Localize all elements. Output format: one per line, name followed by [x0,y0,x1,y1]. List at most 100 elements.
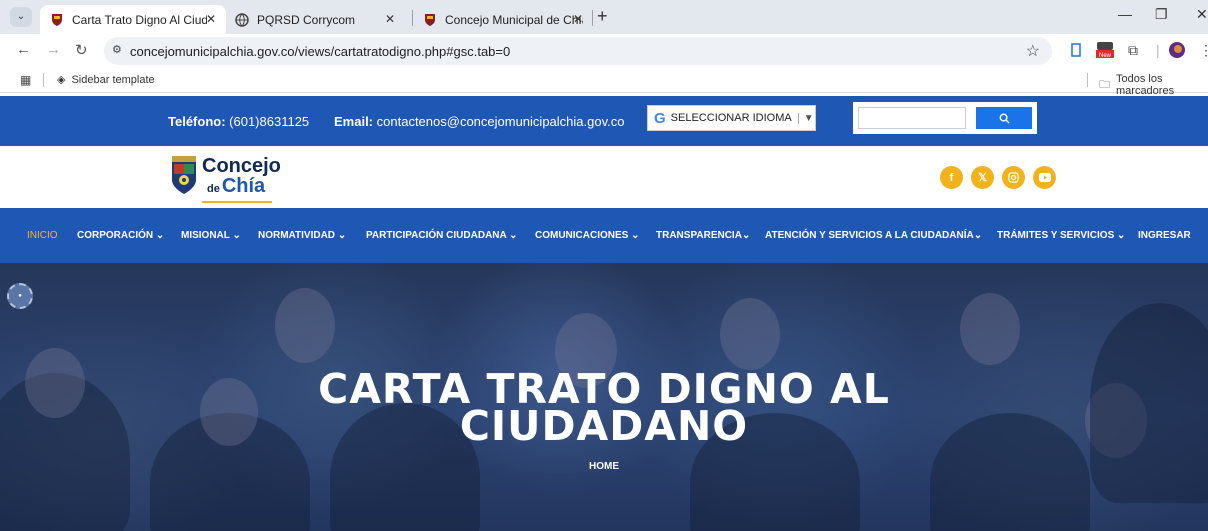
email-value: contactenos@concejomunicipalchia.gov.co [376,114,625,129]
language-select-label: SELECCIONAR IDIOMA [670,112,792,124]
phone-contact: Teléfono: (601)8631125 [168,114,309,129]
nav-participacion-ciudadana[interactable]: PARTICIPACIÓN CIUDADANA ⌄ [366,230,518,241]
site-settings-icon[interactable]: ⚙ [112,43,122,56]
reload-icon[interactable]: ↻ [75,41,88,59]
chevron-down-icon: ⌄ [973,230,983,241]
toolbar-divider: | [1156,42,1160,58]
search-icon [999,113,1010,124]
nav-label: PARTICIPACIÓN CIUDADANA [366,230,507,241]
nav-label: COMUNICACIONES [535,230,629,241]
nav-comunicaciones[interactable]: COMUNICACIONES ⌄ [535,230,640,241]
extensions-puzzle-icon[interactable]: ⧉ [1128,40,1138,60]
breadcrumb-home[interactable]: HOME [0,461,1208,472]
browser-tab-strip: ⌄ Carta Trato Digno Al Ciudadano ✕ PQRSD… [0,0,1208,34]
logo-de: de [207,183,220,195]
tab-concejo-municipal[interactable]: Concejo Municipal de Chía ✕ [413,5,593,34]
bookmark-star-icon[interactable]: ☆ [1026,41,1040,61]
bookmark-label: Sidebar template [71,73,155,86]
close-tab-icon[interactable]: ✕ [573,12,583,26]
hero-banner: CARTA TRATO DIGNO AL CIUDADANO HOME [0,263,1208,531]
nav-atencion-servicios[interactable]: ATENCIÓN Y SERVICIOS A LA CIUDADANÍA⌄ [765,230,982,241]
bookmark-label: Todos los marcadores [1116,73,1175,97]
nav-normatividad[interactable]: NORMATIVIDAD ⌄ [258,230,346,241]
chevron-down-icon: ⌄ [232,230,241,241]
hero-photo-person [275,288,335,363]
new-badge-extension-icon[interactable]: New [1095,40,1115,60]
globe-icon [235,12,249,27]
new-tab-icon[interactable]: + [597,7,608,25]
profile-avatar-icon[interactable] [1169,40,1185,60]
tab-carta-trato-digno[interactable]: Carta Trato Digno Al Ciudadano ✕ [40,5,226,34]
site-search [853,102,1037,134]
apps-grid-icon[interactable]: ▦ [20,73,31,87]
instagram-icon[interactable] [1002,166,1025,189]
nav-corporacion[interactable]: CORPORACIÓN ⌄ [77,230,164,241]
contact-topbar: Teléfono: (601)8631125 Email: contacteno… [0,96,1208,146]
menu-kebab-icon[interactable]: ⋮ [1199,40,1208,60]
nav-ingresar[interactable]: INGRESAR [1138,230,1191,241]
nav-label: NORMATIVIDAD [258,230,336,241]
nav-tramites-servicios[interactable]: TRÁMITES Y SERVICIOS ⌄ [997,230,1125,241]
nav-label: MISIONAL [181,230,230,241]
tab-pqrsd-corrycom[interactable]: PQRSD Corrycom ✕ [225,5,405,34]
search-button[interactable] [976,107,1032,129]
close-window-icon[interactable]: ✕ [1196,6,1208,23]
browser-toolbar: ← → ↻ ⚙ concejomunicipalchia.gov.co/view… [0,34,1208,67]
nav-label: ATENCIÓN Y SERVICIOS A LA CIUDADANÍA [765,230,974,241]
chevron-down-icon: ⌄ [155,230,165,241]
nav-misional[interactable]: MISIONAL ⌄ [181,230,241,241]
restore-icon[interactable]: ❐ [1155,6,1168,23]
url-text: concejomunicipalchia.gov.co/views/cartat… [130,44,511,59]
tab-title: Carta Trato Digno Al Ciudadano [72,12,207,27]
cube-icon: ◈ [57,74,66,86]
chevron-down-icon: ⌄ [1117,230,1126,241]
nav-transparencia[interactable]: TRANSPARENCIA⌄ [656,230,750,241]
phone-value: (601)8631125 [229,114,310,129]
bookmarks-bar: ▦ ◈ Sidebar template 🗀 Todos los marcado… [0,67,1208,97]
email-label: Email: [334,114,374,129]
hero-photo-person [720,298,780,370]
back-icon[interactable]: ← [16,41,31,58]
facebook-icon[interactable]: f [940,166,963,189]
page-title-line: CIUDADANO [459,402,749,450]
address-bar[interactable]: ⚙ concejomunicipalchia.gov.co/views/cart… [104,37,1052,65]
x-icon[interactable]: 𝕏 [971,166,994,189]
dropdown-caret-icon: ▼ [797,112,814,124]
google-translate-icon: G [654,109,666,127]
accessibility-badge-icon[interactable]: ● [7,283,33,309]
language-select[interactable]: G SELECCIONAR IDIOMA ▼ [647,105,816,131]
search-input[interactable] [858,107,966,129]
nav-label: CORPORACIÓN [77,230,154,241]
tab-search-button[interactable]: ⌄ [10,7,32,27]
site-logo-text[interactable]: Concejo de Chía [202,156,281,196]
minimize-icon[interactable]: — [1118,6,1132,22]
youtube-icon[interactable] [1033,166,1056,189]
chia-coat-of-arms-logo[interactable] [170,156,198,196]
forward-icon[interactable]: → [46,41,61,58]
bookmark-sidebar-template[interactable]: ◈ Sidebar template [57,73,155,87]
concejo-favicon-icon [423,13,437,27]
tab-title: PQRSD Corrycom [257,12,356,27]
bookmarks-divider [1087,73,1088,87]
site-header: Concejo de Chía [0,146,1208,208]
folder-icon: 🗀 [1099,78,1110,91]
close-tab-icon[interactable]: ✕ [385,12,395,26]
logo-chia: Chía [221,175,266,197]
chevron-down-icon: ⌄ [509,230,518,241]
nav-inicio[interactable]: INICIO [27,230,58,241]
bookmarks-divider [43,73,44,87]
main-navigation: INICIO CORPORACIÓN ⌄ MISIONAL ⌄ NORMATIV… [0,208,1208,263]
close-tab-icon[interactable]: ✕ [206,12,216,26]
email-contact[interactable]: Email: contactenos@concejomunicipalchia.… [334,114,624,129]
new-badge-text: New [1099,53,1112,59]
all-bookmarks-folder[interactable]: 🗀 Todos los marcadores [1099,73,1208,97]
extension-icon[interactable] [1071,40,1081,60]
page-title: CARTA TRATO DIGNO AL CIUDADANO [0,369,1208,450]
logo-underline [202,201,272,203]
logo-line-concejo: Concejo [202,155,281,177]
chevron-down-icon: ⌄ [741,230,751,241]
hero-photo-person [960,293,1020,365]
concejo-favicon-icon [50,13,64,27]
nav-label: TRÁMITES Y SERVICIOS [997,230,1115,241]
chevron-down-icon: ⌄ [631,230,640,241]
